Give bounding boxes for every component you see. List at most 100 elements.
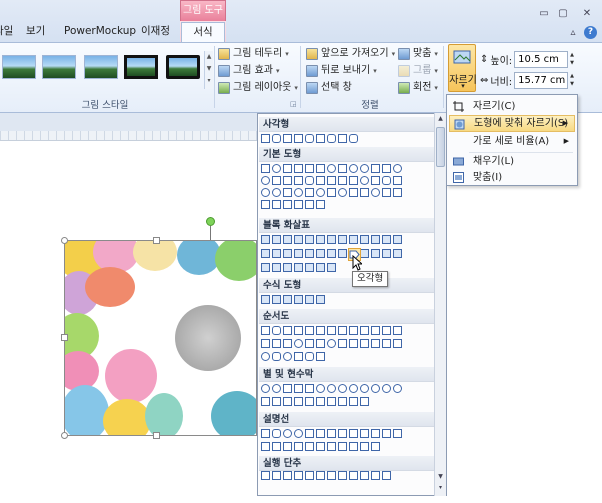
shape[interactable] [305, 235, 314, 244]
shape[interactable] [349, 176, 358, 185]
shape[interactable] [294, 429, 303, 438]
shape[interactable] [261, 429, 270, 438]
shape[interactable] [294, 471, 303, 480]
shape[interactable] [316, 295, 325, 304]
shape[interactable] [283, 397, 292, 406]
shape[interactable] [294, 200, 303, 209]
shape[interactable] [338, 384, 347, 393]
shape[interactable] [261, 339, 270, 348]
minimize-button[interactable]: ▭ [537, 8, 551, 20]
shape[interactable] [294, 295, 303, 304]
shape[interactable] [316, 471, 325, 480]
scroll-up-icon[interactable]: ▲ [435, 115, 446, 122]
shape[interactable] [316, 200, 325, 209]
basic-shapes-row[interactable] [261, 176, 402, 185]
shape[interactable] [338, 471, 347, 480]
shape[interactable] [382, 429, 391, 438]
shape[interactable] [294, 188, 303, 197]
shape[interactable] [360, 384, 369, 393]
flowchart-row[interactable] [261, 339, 402, 348]
shape[interactable] [316, 249, 325, 258]
shape[interactable] [261, 249, 270, 258]
shape[interactable] [338, 164, 347, 173]
shape[interactable] [272, 429, 281, 438]
horizontal-ruler[interactable] [0, 131, 257, 141]
shape[interactable] [294, 352, 303, 361]
shape[interactable] [316, 442, 325, 451]
scroll-thumb[interactable] [436, 127, 445, 167]
shape[interactable] [261, 326, 270, 335]
align-button[interactable]: 맞춤 ▾ [398, 46, 438, 62]
shape[interactable] [382, 235, 391, 244]
shape[interactable] [316, 176, 325, 185]
menu-item-aspect-ratio[interactable]: 가로 세로 비율(A) ▶ [449, 133, 575, 150]
shape[interactable] [305, 397, 314, 406]
shape[interactable] [294, 397, 303, 406]
action-buttons-row[interactable] [261, 471, 391, 480]
shape[interactable] [393, 176, 402, 185]
shape[interactable] [349, 397, 358, 406]
shape[interactable] [305, 249, 314, 258]
shape[interactable] [305, 471, 314, 480]
crop-button[interactable]: 자르기 ▾ [448, 44, 477, 92]
shape[interactable] [316, 134, 325, 143]
shape[interactable] [360, 339, 369, 348]
picture-style-1[interactable] [2, 55, 36, 79]
shape[interactable] [294, 384, 303, 393]
shape[interactable] [382, 326, 391, 335]
shape[interactable] [272, 295, 281, 304]
rectangles-row[interactable] [261, 134, 358, 143]
shape[interactable] [305, 442, 314, 451]
shape[interactable] [305, 326, 314, 335]
menu-item-fill[interactable]: 채우기(L) [449, 153, 575, 170]
shape[interactable] [360, 176, 369, 185]
menu-item-crop[interactable]: 자르기(C) [449, 98, 575, 115]
menu-item-crop-to-shape[interactable]: 도형에 맞춰 자르기(S) ▶ [449, 115, 575, 132]
shape[interactable] [349, 235, 358, 244]
rotation-handle[interactable] [206, 217, 215, 226]
collapse-ribbon-icon[interactable]: ▵ [566, 27, 580, 39]
shape[interactable] [294, 263, 303, 272]
shape[interactable] [327, 429, 336, 438]
shape[interactable] [316, 339, 325, 348]
resize-handle[interactable] [61, 237, 68, 244]
shape[interactable] [261, 397, 270, 406]
shape[interactable] [316, 164, 325, 173]
shape[interactable] [371, 471, 380, 480]
shape[interactable] [305, 384, 314, 393]
shape[interactable] [272, 235, 281, 244]
shape[interactable] [360, 188, 369, 197]
shape[interactable] [316, 397, 325, 406]
shape[interactable] [338, 249, 347, 258]
shape[interactable] [371, 188, 380, 197]
shape[interactable] [393, 384, 402, 393]
shape[interactable] [371, 176, 380, 185]
close-button[interactable]: ✕ [580, 8, 594, 20]
shape[interactable] [305, 176, 314, 185]
shape[interactable] [316, 384, 325, 393]
shape[interactable] [393, 429, 402, 438]
shape[interactable] [283, 235, 292, 244]
shape[interactable] [316, 326, 325, 335]
shape[interactable] [371, 442, 380, 451]
basic-shapes-row[interactable] [261, 188, 402, 197]
shape[interactable] [261, 164, 270, 173]
shape[interactable] [294, 134, 303, 143]
shape[interactable] [305, 263, 314, 272]
rotate-button[interactable]: 회전 ▾ [398, 80, 438, 96]
shape[interactable] [382, 471, 391, 480]
shape[interactable] [272, 200, 281, 209]
shape[interactable] [327, 263, 336, 272]
shape[interactable] [261, 442, 270, 451]
shape[interactable] [272, 164, 281, 173]
tab-file[interactable]: 파일 [0, 21, 13, 42]
shape[interactable] [360, 164, 369, 173]
shape[interactable] [327, 188, 336, 197]
shape[interactable] [283, 176, 292, 185]
shape[interactable] [316, 352, 325, 361]
shape[interactable] [305, 134, 314, 143]
shape[interactable] [327, 249, 336, 258]
shape[interactable] [305, 295, 314, 304]
shape[interactable] [294, 164, 303, 173]
shape[interactable] [261, 384, 270, 393]
